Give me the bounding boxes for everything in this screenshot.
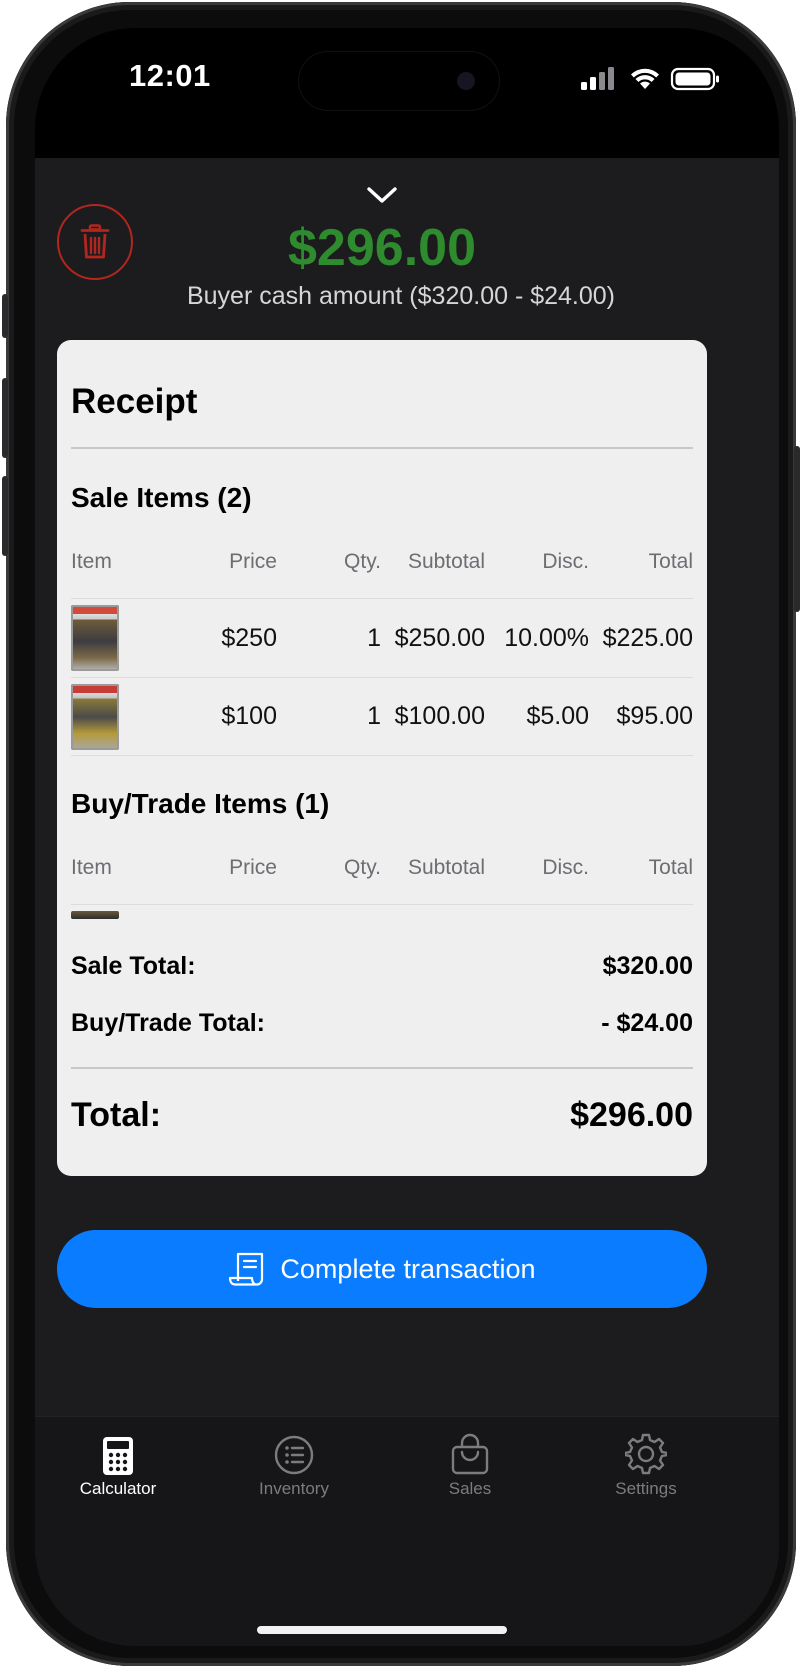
status-icons [581, 66, 723, 92]
item-total: $225.00 [602, 624, 693, 652]
volume-up-button [2, 378, 8, 458]
item-disc: $5.00 [526, 702, 589, 730]
col-item: Item [71, 550, 112, 573]
shopping-bag-icon [451, 1433, 489, 1475]
complete-transaction-button[interactable]: Complete transaction [57, 1230, 707, 1308]
sale-total-value: $320.00 [602, 952, 693, 980]
tab-settings-label: Settings [615, 1479, 677, 1498]
item-qty: 1 [367, 624, 381, 652]
receipt-icon [229, 1252, 264, 1286]
tab-bar: Calculator Inventory Sales Settings [35, 1416, 779, 1646]
item-subtotal: $100.00 [394, 702, 485, 730]
phone-frame: 12:01 $296.00 Buyer cash amount ($320.00… [2, 2, 800, 1666]
grand-total-value: $296.00 [570, 1096, 693, 1134]
col-item: Item [71, 856, 112, 879]
tab-sales[interactable]: Sales [390, 1431, 550, 1501]
page: 12:01 $296.00 Buyer cash amount ($320.00… [0, 0, 803, 1670]
calculator-icon [103, 1437, 133, 1475]
status-bar: 12:01 [35, 28, 779, 132]
power-button [794, 446, 800, 612]
tab-inventory[interactable]: Inventory [214, 1431, 374, 1501]
totals-divider [71, 1067, 693, 1069]
sale-items-title: Sale Items (2) [71, 482, 252, 513]
sale-total-label: Sale Total: [71, 952, 196, 980]
row-divider [71, 598, 693, 599]
screen: 12:01 $296.00 Buyer cash amount ($320.00… [35, 28, 779, 1646]
dynamic-island [299, 52, 499, 110]
item-subtotal: $250.00 [394, 624, 485, 652]
battery-icon [670, 67, 719, 91]
col-price: Price [229, 550, 277, 573]
row-divider [71, 677, 693, 678]
tab-inventory-label: Inventory [259, 1479, 329, 1498]
tab-settings[interactable]: Settings [566, 1431, 726, 1501]
receipt-divider [71, 447, 693, 449]
buy-trade-total-value: - $24.00 [601, 1009, 693, 1037]
action-button [2, 294, 8, 338]
tab-calculator-label: Calculator [79, 1479, 157, 1498]
signal-icon [581, 67, 614, 90]
buyer-cash-subtitle: Buyer cash amount ($320.00 - $24.00) [186, 282, 616, 310]
buyer-cash-amount: $296.00 [288, 219, 476, 277]
row-divider [71, 904, 693, 905]
col-total: Total [648, 550, 693, 573]
receipt-title: Receipt [71, 382, 198, 421]
volume-down-button [2, 476, 8, 556]
item-disc: 10.00% [504, 624, 589, 652]
complete-transaction-label: Complete transaction [280, 1253, 536, 1284]
item-qty: 1 [367, 702, 381, 730]
card-thumbnail[interactable] [71, 911, 119, 919]
receipt-card: Receipt Sale Items (2) Item Price Qty. S… [57, 340, 707, 1176]
grand-total-label: Total: [71, 1096, 162, 1134]
row-divider [71, 755, 693, 756]
col-qty: Qty. [344, 856, 381, 879]
item-price: $250 [221, 624, 277, 652]
tab-calculator[interactable]: Calculator [38, 1431, 198, 1501]
col-qty: Qty. [344, 550, 381, 573]
col-total: Total [648, 856, 693, 879]
wifi-icon [631, 68, 659, 89]
card-thumbnail [71, 684, 119, 750]
camera-icon [457, 72, 475, 90]
chevron-down-icon[interactable] [365, 184, 399, 206]
buy-trade-total-label: Buy/Trade Total: [71, 1009, 266, 1037]
col-price: Price [229, 856, 277, 879]
home-indicator[interactable] [257, 1626, 507, 1634]
sheet-top-strip [35, 132, 779, 158]
col-disc: Disc. [542, 856, 589, 879]
card-thumbnail [71, 605, 119, 671]
tab-sales-label: Sales [448, 1479, 492, 1498]
status-time: 12:01 [129, 58, 211, 93]
buy-trade-items-title: Buy/Trade Items (1) [71, 788, 330, 819]
item-price: $100 [221, 702, 277, 730]
col-disc: Disc. [542, 550, 589, 573]
col-subtotal: Subtotal [407, 550, 485, 573]
item-total: $95.00 [616, 702, 693, 730]
col-subtotal: Subtotal [407, 856, 485, 879]
list-icon [274, 1435, 314, 1475]
gear-icon [625, 1433, 667, 1475]
